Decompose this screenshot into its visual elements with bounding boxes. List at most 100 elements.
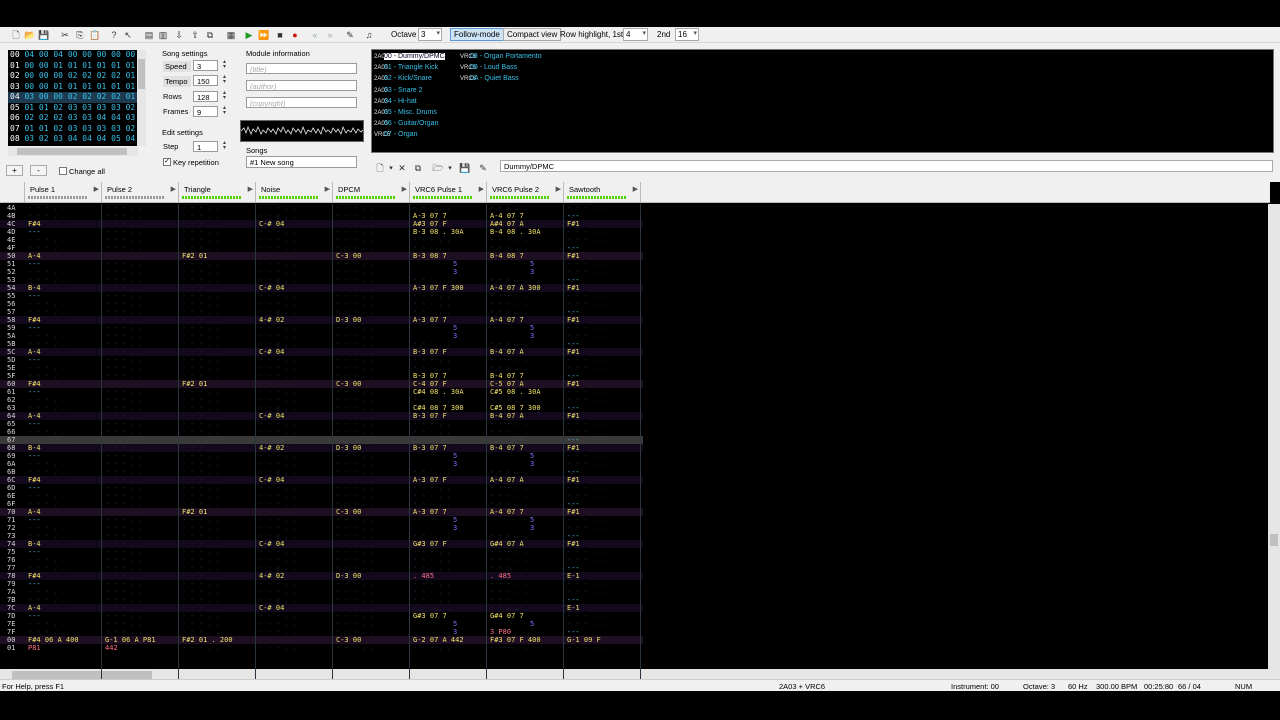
- follow-mode-button[interactable]: Follow-mode: [450, 28, 504, 41]
- frame-row[interactable]: 00 04 00 04 00 00 00 00 00: [8, 50, 139, 61]
- pattern-cell[interactable]: ---: [28, 516, 41, 524]
- pattern-cell[interactable]: - - - . .: [259, 276, 297, 284]
- frame-row[interactable]: 02 00 00 00 02 02 02 02 01: [8, 71, 139, 82]
- pattern-cell[interactable]: C#5 08 7 300: [490, 404, 541, 412]
- pattern-cell[interactable]: - - - . .: [182, 588, 220, 596]
- pattern-cell[interactable]: - - - . .: [105, 284, 143, 292]
- pattern-cell[interactable]: 5: [490, 620, 534, 628]
- pattern-cell[interactable]: - - - . .: [182, 388, 220, 396]
- pattern-cell[interactable]: - - - . .: [28, 628, 66, 636]
- pattern-cell[interactable]: G#4 07 7: [490, 612, 524, 620]
- pattern-cell[interactable]: - - - . .: [28, 532, 66, 540]
- add-frame-button[interactable]: +: [6, 165, 23, 176]
- pattern-row[interactable]: 56 - - - . . - - - . . - - - . . - - - . . - …: [0, 300, 643, 308]
- pattern-cell[interactable]: - - - . .: [490, 532, 528, 540]
- pattern-row[interactable]: 62 - - - . . - - - . . - - - . . - - - . . - …: [0, 396, 643, 404]
- change-all-checkbox[interactable]: [59, 167, 67, 175]
- pattern-cell[interactable]: - - - . .: [336, 308, 374, 316]
- play-icon[interactable]: ▶: [243, 29, 255, 41]
- pattern-cell[interactable]: - - - . .: [182, 356, 220, 364]
- pattern-cell[interactable]: - - - . .: [490, 580, 528, 588]
- pattern-cell[interactable]: B-4: [28, 444, 41, 452]
- pattern-cell[interactable]: - - - . .: [336, 300, 374, 308]
- pattern-cell[interactable]: - - - . .: [182, 396, 220, 404]
- pattern-cell[interactable]: P81: [28, 644, 41, 652]
- instrument-name-field[interactable]: Dummy/DPMC: [500, 160, 1273, 172]
- pattern-cell[interactable]: C-# 04: [259, 476, 284, 484]
- pattern-cell[interactable]: 442: [105, 644, 118, 652]
- pattern-cell[interactable]: ---: [567, 340, 580, 348]
- pattern-cell[interactable]: - - - . .: [182, 580, 220, 588]
- pattern-cell[interactable]: - - - . .: [259, 292, 297, 300]
- pattern-cell[interactable]: - - - . .: [105, 276, 143, 284]
- pattern-cell[interactable]: - - - . .: [490, 428, 528, 436]
- pattern-cell[interactable]: B-4 07 7: [490, 444, 524, 452]
- pattern-cell[interactable]: - - - . .: [182, 292, 220, 300]
- tempo-field[interactable]: 150: [193, 75, 218, 86]
- load-instrument-icon[interactable]: 🗁: [432, 162, 444, 174]
- pattern-cell[interactable]: ---: [28, 388, 41, 396]
- pattern-cell[interactable]: - - - . .: [490, 468, 528, 476]
- pattern-cell[interactable]: E-1: [567, 572, 580, 580]
- pattern-cell[interactable]: - - - . .: [413, 300, 451, 308]
- about-icon[interactable]: ?: [108, 29, 120, 41]
- pattern-cell[interactable]: - - - . .: [105, 268, 143, 276]
- pattern-cell[interactable]: - - - . .: [105, 356, 143, 364]
- pattern-cell[interactable]: - - - . .: [336, 244, 374, 252]
- channel-expand-icon[interactable]: ▶: [556, 185, 561, 193]
- pattern-row[interactable]: 5B - - - . . - - - . . - - - . . - - - . . - …: [0, 340, 643, 348]
- pattern-cell[interactable]: - - - . .: [336, 492, 374, 500]
- pattern-cell[interactable]: C#4 08 7 300: [413, 404, 464, 412]
- load-instrument-dropdown-icon[interactable]: ▾: [444, 162, 456, 174]
- stop-icon[interactable]: ■: [274, 29, 286, 41]
- pattern-cell[interactable]: - - - . .: [567, 268, 605, 276]
- pattern-row[interactable]: 50 A-4 - - - . . F#2 01 - - - . . C-3 00 B-3 0…: [0, 252, 643, 260]
- pattern-cell[interactable]: - - - . .: [259, 588, 297, 596]
- pattern-cell[interactable]: - - - . .: [567, 428, 605, 436]
- pattern-cell[interactable]: - - - . .: [182, 260, 220, 268]
- pattern-row[interactable]: 7F - - - . . - - - . . - - - . . - - - . . - …: [0, 628, 643, 636]
- pattern-cell[interactable]: - - - . .: [182, 284, 220, 292]
- pattern-cell[interactable]: - - - . .: [105, 596, 143, 604]
- pattern-cell[interactable]: - - - . .: [182, 604, 220, 612]
- pattern-cell[interactable]: - - - . .: [182, 332, 220, 340]
- pattern-cell[interactable]: - - - . .: [336, 644, 374, 652]
- pattern-cell[interactable]: 3 P80: [490, 628, 511, 636]
- pattern-cell[interactable]: - - - . .: [28, 492, 66, 500]
- pattern-cell[interactable]: - - - . .: [182, 268, 220, 276]
- context-help-icon[interactable]: ↖: [122, 29, 134, 41]
- pattern-cell[interactable]: 3: [413, 460, 457, 468]
- copyright-field[interactable]: (copyright): [246, 97, 357, 108]
- pattern-cell[interactable]: - - - . .: [105, 252, 143, 260]
- pattern-cell[interactable]: - - - . .: [182, 612, 220, 620]
- pattern-cell[interactable]: F#1: [567, 380, 580, 388]
- pattern-cell[interactable]: - - - . .: [182, 540, 220, 548]
- pattern-cell[interactable]: - - - . .: [413, 292, 451, 300]
- duplicate-frame-icon[interactable]: ⧉: [204, 29, 216, 41]
- pattern-row[interactable]: 4F - - - . . - - - . . - - - . . - - - . . - …: [0, 244, 643, 252]
- pattern-cell[interactable]: - - - . .: [105, 412, 143, 420]
- pattern-cell[interactable]: - - - . .: [259, 340, 297, 348]
- pattern-cell[interactable]: ---: [567, 212, 580, 220]
- pattern-row[interactable]: 4C F#4 - - - . . - - - . . C-# 04 - - - . . A#…: [0, 220, 643, 228]
- step-spinner[interactable]: ▴ ▾: [220, 140, 229, 152]
- pattern-cell[interactable]: F#1: [567, 348, 580, 356]
- pattern-cell[interactable]: - - - . .: [336, 220, 374, 228]
- pattern-cell[interactable]: - - - . .: [259, 308, 297, 316]
- pattern-cell[interactable]: - - - . .: [336, 588, 374, 596]
- pattern-cell[interactable]: ---: [567, 436, 580, 444]
- pattern-cell[interactable]: ---: [28, 484, 41, 492]
- speed-field[interactable]: 3: [193, 60, 218, 71]
- pattern-cell[interactable]: - - - . .: [105, 428, 143, 436]
- frame-row[interactable]: 07 01 01 02 03 03 03 03 02: [8, 124, 139, 135]
- pattern-cell[interactable]: - - - . .: [259, 580, 297, 588]
- pattern-cell[interactable]: - - - . .: [567, 612, 605, 620]
- pattern-row[interactable]: 5F - - - . . - - - . . - - - . . - - - . . - …: [0, 372, 643, 380]
- pattern-cell[interactable]: - - - . .: [413, 604, 451, 612]
- pattern-cell[interactable]: - - - . .: [336, 276, 374, 284]
- pattern-cell[interactable]: - - - . .: [259, 212, 297, 220]
- pattern-cell[interactable]: 5: [413, 452, 457, 460]
- pattern-row[interactable]: 6B - - - . . - - - . . - - - . . - - - . . - …: [0, 468, 643, 476]
- pattern-row[interactable]: 63 - - - . . - - - . . - - - . . - - - . . - …: [0, 404, 643, 412]
- pattern-cell[interactable]: - - - . .: [182, 276, 220, 284]
